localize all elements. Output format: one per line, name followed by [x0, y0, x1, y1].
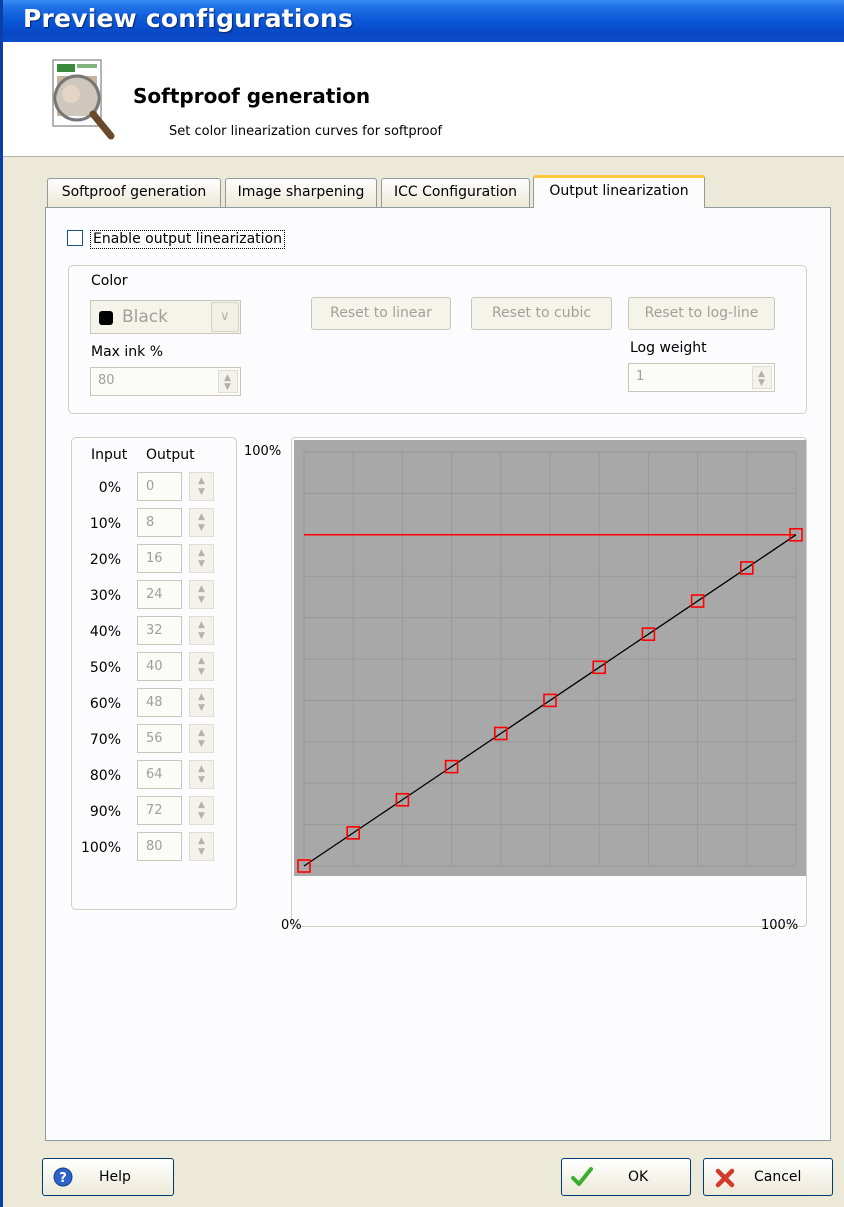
row-output-input[interactable]: 72	[137, 796, 182, 825]
ok-label: OK	[628, 1169, 649, 1185]
row-output-value: 16	[146, 551, 163, 566]
help-button[interactable]: ? Help	[42, 1158, 174, 1196]
color-select-value: Black	[122, 307, 168, 327]
tab-label: Image sharpening	[237, 184, 365, 200]
svg-text:?: ?	[59, 1171, 67, 1186]
tab-softproof-generation[interactable]: Softproof generation	[47, 178, 221, 207]
row-input: 70%	[89, 732, 121, 748]
tab-icc-configuration[interactable]: ICC Configuration	[381, 178, 530, 207]
row-output-input[interactable]: 48	[137, 688, 182, 717]
row-output-spinner[interactable]: ▲ ▼	[189, 724, 214, 753]
row-output-value: 48	[146, 695, 163, 710]
row-output-value: 32	[146, 623, 163, 638]
row-output-value: 8	[146, 515, 155, 530]
row-output-value: 56	[146, 731, 163, 746]
help-label: Help	[99, 1169, 131, 1185]
max-ink-spinner[interactable]: ▲ ▼	[218, 370, 238, 393]
log-weight-spinner[interactable]: ▲ ▼	[752, 366, 772, 389]
row-output-spinner[interactable]: ▲ ▼	[189, 652, 214, 681]
row-output-input[interactable]: 56	[137, 724, 182, 753]
title-bar[interactable]: Preview configurations	[3, 0, 844, 42]
row-input: 50%	[89, 660, 121, 676]
log-weight-label: Log weight	[630, 340, 707, 356]
row-output-value: 72	[146, 803, 163, 818]
enable-linearization-label[interactable]: Enable output linearization	[90, 230, 285, 249]
max-ink-label: Max ink %	[91, 344, 164, 360]
header-subtitle: Set color linearization curves for softp…	[169, 124, 443, 139]
max-ink-value: 80	[98, 373, 115, 388]
row-output-spinner[interactable]: ▲ ▼	[189, 508, 214, 537]
row-output-spinner[interactable]: ▲ ▼	[189, 580, 214, 609]
row-output-spinner[interactable]: ▲ ▼	[189, 544, 214, 573]
row-input: 10%	[89, 516, 121, 532]
reset-linear-button[interactable]: Reset to linear	[311, 297, 451, 330]
chevron-down-icon[interactable]: ∨	[211, 302, 239, 332]
softproof-icon	[52, 59, 115, 140]
row-input: 40%	[89, 624, 121, 640]
row-output-spinner[interactable]: ▲ ▼	[189, 688, 214, 717]
row-output-input[interactable]: 0	[137, 472, 182, 501]
color-select[interactable]: Black ∨	[90, 300, 241, 334]
row-input: 100%	[80, 840, 121, 856]
y-max-label: 100%	[244, 444, 282, 459]
reset-cubic-button[interactable]: Reset to cubic	[471, 297, 612, 330]
log-weight-input[interactable]: 1 ▲ ▼	[628, 363, 775, 392]
row-output-input[interactable]: 32	[137, 616, 182, 645]
row-input: 80%	[89, 768, 121, 784]
color-label: Color	[91, 273, 128, 289]
row-input: 60%	[89, 696, 121, 712]
row-input: 90%	[89, 804, 121, 820]
reset-logline-button[interactable]: Reset to log-line	[628, 297, 775, 330]
color-swatch	[99, 311, 113, 325]
row-output-spinner[interactable]: ▲ ▼	[189, 796, 214, 825]
row-output-input[interactable]: 64	[137, 760, 182, 789]
row-output-input[interactable]: 80	[137, 832, 182, 861]
row-input: 20%	[89, 552, 121, 568]
cancel-button[interactable]: Cancel	[703, 1158, 833, 1196]
row-output-input[interactable]: 8	[137, 508, 182, 537]
log-weight-value: 1	[636, 369, 645, 384]
x-max-label: 100%	[761, 918, 799, 933]
row-output-value: 64	[146, 767, 163, 782]
enable-linearization-checkbox[interactable]	[67, 230, 83, 246]
linearization-curve-chart[interactable]	[292, 438, 806, 912]
tab-label: ICC Configuration	[393, 184, 518, 200]
header-panel	[3, 42, 844, 157]
x-min-label: 0%	[281, 918, 302, 933]
window-title: Preview configurations	[23, 4, 354, 33]
row-output-spinner[interactable]: ▲ ▼	[189, 832, 214, 861]
row-output-value: 0	[146, 479, 155, 494]
max-ink-input[interactable]: 80 ▲ ▼	[90, 367, 241, 396]
tab-image-sharpening[interactable]: Image sharpening	[225, 178, 377, 207]
checkmark-icon	[571, 1167, 593, 1186]
row-output-input[interactable]: 24	[137, 580, 182, 609]
row-output-value: 80	[146, 839, 163, 854]
tab-output-linearization[interactable]: Output linearization	[533, 175, 705, 208]
preview-configurations-window: Preview configurations Softproof generat…	[0, 0, 844, 1207]
row-output-input[interactable]: 16	[137, 544, 182, 573]
output-header: Output	[146, 447, 195, 463]
help-icon: ?	[53, 1167, 73, 1187]
tab-label: Output linearization	[549, 183, 689, 199]
row-output-spinner[interactable]: ▲ ▼	[189, 616, 214, 645]
ok-button[interactable]: OK	[561, 1158, 691, 1196]
row-input: 0%	[98, 480, 121, 496]
tab-label: Softproof generation	[61, 184, 207, 200]
row-output-spinner[interactable]: ▲ ▼	[189, 760, 214, 789]
row-output-spinner[interactable]: ▲ ▼	[189, 472, 214, 501]
row-input: 30%	[89, 588, 121, 604]
input-header: Input	[91, 447, 128, 463]
row-output-value: 40	[146, 659, 163, 674]
cancel-label: Cancel	[754, 1169, 802, 1185]
row-output-input[interactable]: 40	[137, 652, 182, 681]
row-output-value: 24	[146, 587, 163, 602]
close-icon	[715, 1168, 735, 1188]
header-title: Softproof generation	[133, 84, 371, 108]
